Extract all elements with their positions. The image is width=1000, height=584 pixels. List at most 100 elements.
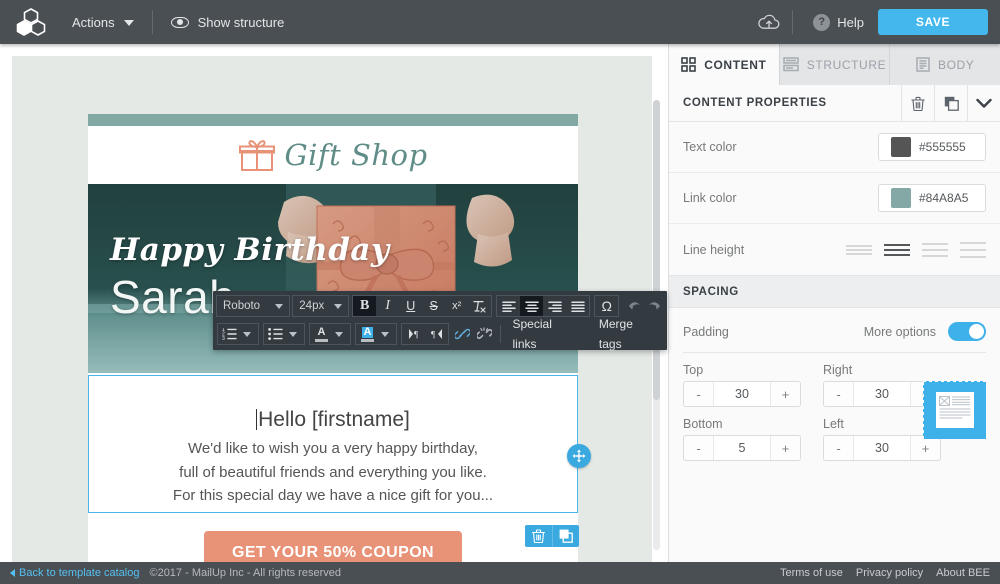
chevron-down-icon[interactable] (381, 331, 389, 337)
padding-right-minus[interactable]: - (824, 382, 854, 406)
line-height-option-2[interactable] (884, 243, 910, 256)
text-color-swatch[interactable] (891, 137, 911, 157)
chevron-down-icon (123, 20, 134, 26)
padding-left-minus[interactable]: - (824, 436, 854, 460)
duplicate-block-button[interactable] (552, 525, 579, 547)
back-to-catalog-link[interactable]: Back to template catalog (10, 567, 139, 579)
block-move-handle[interactable] (567, 444, 591, 468)
canvas-scrollbar-thumb[interactable] (653, 100, 660, 400)
font-size-select[interactable]: 24px (292, 295, 350, 317)
merge-tags-button[interactable]: Merge tags (591, 317, 665, 351)
superscript-button[interactable]: x² (445, 296, 468, 316)
padding-left-value[interactable]: 30 (854, 436, 910, 460)
email-text-block[interactable]: Hello [firstname] We'd like to wish you … (88, 375, 578, 514)
chevron-down-icon[interactable] (289, 331, 297, 337)
link-icon (454, 328, 470, 340)
insert-link-button[interactable] (451, 324, 473, 344)
cloud-upload-icon[interactable] (752, 0, 786, 44)
delete-content-button[interactable] (901, 84, 934, 122)
padding-top-value[interactable]: 30 (714, 382, 770, 406)
unlink-icon (476, 327, 492, 339)
text-color-button[interactable]: A (310, 324, 333, 344)
link-color-field[interactable]: #84A8A5 (878, 184, 986, 212)
unordered-list-button[interactable] (264, 324, 287, 344)
link-color-swatch[interactable] (891, 188, 911, 208)
help-label: Help (837, 14, 864, 30)
app-root: Actions Show structure ? Help SAVE Gift … (0, 0, 1000, 584)
duplicate-icon (944, 96, 959, 111)
coupon-button[interactable]: GET YOUR 50% COUPON (203, 531, 462, 562)
bold-button[interactable]: B (353, 296, 377, 316)
padding-top-minus[interactable]: - (684, 382, 714, 406)
actions-menu-button[interactable]: Actions (62, 0, 146, 44)
redo-icon (649, 301, 661, 310)
padding-left-plus[interactable]: + (910, 436, 940, 460)
tab-structure[interactable]: STRUCTURE (779, 44, 891, 85)
top-toolbar: Actions Show structure ? Help SAVE (0, 0, 1000, 44)
content-properties-header: CONTENT PROPERTIES (669, 84, 1000, 122)
italic-button[interactable]: I (376, 296, 399, 316)
bottom-status-bar: Back to template catalog ©2017 - MailUp … (0, 562, 1000, 584)
line-height-option-3[interactable] (922, 242, 948, 257)
padding-top-plus[interactable]: + (770, 382, 800, 406)
email-top-band (88, 114, 578, 126)
line-height-options (846, 241, 986, 258)
unlink-button[interactable] (473, 324, 495, 344)
text-color-field[interactable]: #555555 (878, 133, 986, 161)
padding-right-value[interactable]: 30 (854, 382, 910, 406)
about-bee-link[interactable]: About BEE (936, 567, 990, 579)
line-height-option-4[interactable] (960, 241, 986, 258)
clear-formatting-button[interactable] (468, 296, 491, 316)
save-button[interactable]: SAVE (878, 9, 988, 35)
actions-label: Actions (72, 14, 115, 30)
show-structure-button[interactable]: Show structure (159, 0, 297, 44)
text-block-heading[interactable]: Hello [firstname] (256, 406, 410, 433)
padding-bottom-minus[interactable]: - (684, 436, 714, 460)
padding-bottom-value[interactable]: 5 (714, 436, 770, 460)
align-right-button[interactable] (543, 296, 566, 316)
tab-body-label: BODY (937, 57, 975, 72)
collapse-panel-button[interactable] (967, 84, 1000, 122)
document-icon (916, 57, 930, 72)
help-button[interactable]: ? Help (799, 13, 878, 31)
align-center-button[interactable] (520, 296, 544, 316)
padding-steppers: Top - 30 + Right - 30 + Bottom - (669, 353, 1000, 471)
trash-icon (532, 529, 545, 543)
font-family-select[interactable]: Roboto (216, 295, 291, 317)
ordered-list-button[interactable]: 123 (218, 324, 241, 344)
padding-bottom-plus[interactable]: + (770, 436, 800, 460)
email-cta-block[interactable]: GET YOUR 50% COUPON (88, 513, 578, 562)
duplicate-content-button[interactable] (934, 84, 967, 122)
tab-body[interactable]: BODY (890, 44, 1000, 85)
align-justify-button[interactable] (566, 296, 589, 316)
highlight-color-swatch (361, 338, 374, 342)
special-links-button[interactable]: Special links (505, 317, 591, 351)
text-cursor (256, 409, 258, 430)
chevron-down-icon (275, 303, 284, 309)
align-left-button[interactable] (497, 296, 520, 316)
undo-icon (628, 301, 640, 310)
delete-block-button[interactable] (525, 525, 552, 547)
redo-button[interactable] (645, 296, 665, 316)
ltr-button[interactable]: ¶ (402, 324, 425, 344)
line-height-option-1[interactable] (846, 244, 872, 255)
strikethrough-button[interactable]: S (422, 296, 445, 316)
rtl-icon: ¶ (431, 329, 442, 340)
highlight-color-group: A (355, 323, 397, 345)
rtl-button[interactable]: ¶ (425, 324, 448, 344)
terms-of-use-link[interactable]: Terms of use (780, 567, 843, 579)
privacy-policy-link[interactable]: Privacy policy (856, 567, 923, 579)
chevron-down-icon[interactable] (243, 331, 251, 337)
chevron-down-icon[interactable] (335, 331, 343, 337)
email-logo-row[interactable]: Gift Shop (88, 126, 578, 184)
app-logo[interactable] (0, 0, 62, 44)
more-options-toggle[interactable] (948, 322, 986, 341)
undo-button[interactable] (624, 296, 644, 316)
padding-row: Padding More options (669, 308, 1000, 341)
cubes-logo-icon (16, 8, 46, 36)
special-character-button[interactable]: Ω (595, 296, 618, 316)
text-color-label: Text color (683, 140, 737, 154)
underline-button[interactable]: U (399, 296, 422, 316)
highlight-color-button[interactable]: A (356, 324, 379, 344)
tab-content[interactable]: CONTENT (669, 44, 780, 85)
